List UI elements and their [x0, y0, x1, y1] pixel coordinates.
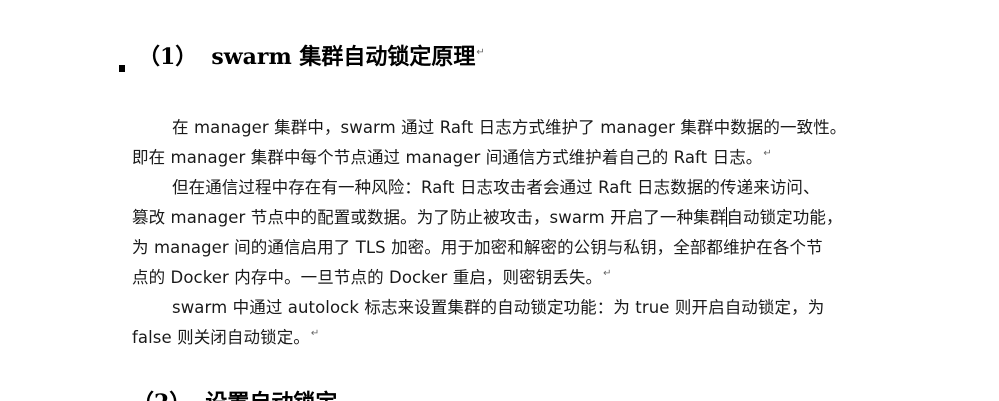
text-line-continued: 自动锁定功能，: [726, 208, 843, 227]
body-line: 为 manager 间的通信启用了 TLS 加密。用于加密和解密的公钥与私钥，全…: [132, 236, 823, 260]
paragraph-mark-icon: ↵: [310, 328, 320, 339]
section-heading-1: （1） swarm 集群自动锁定原理↵: [138, 42, 485, 72]
text-line: false 则关闭自动锁定。: [132, 328, 310, 347]
heading-bullet-marker: [119, 65, 125, 72]
body-line: false 则关闭自动锁定。↵: [132, 326, 319, 350]
section-number: （1）: [138, 44, 198, 70]
text-line: 点的 Docker 内存中。一旦节点的 Docker 重启，则密钥丢失。: [132, 268, 603, 287]
body-line: 在 manager 集群中，swarm 通过 Raft 日志方式维护了 mana…: [172, 116, 846, 140]
text-line: swarm 中通过 autolock 标志来设置集群的自动锁定功能：为 true…: [172, 298, 825, 317]
section-title: swarm 集群自动锁定原理: [211, 44, 476, 70]
document-page: （1） swarm 集群自动锁定原理↵ 在 manager 集群中，swarm 通…: [0, 0, 999, 401]
section-title: 设置自动锁定: [205, 390, 337, 401]
text-line: 即在 manager 集群中每个节点通过 manager 间通信方式维护着自己的…: [132, 148, 763, 167]
text-line: 但在通信过程中存在有一种风险：Raft 日志攻击者会通过 Raft 日志数据的传…: [172, 178, 820, 197]
paragraph-mark-icon: ↵: [476, 47, 485, 58]
text-line: 篡改 manager 节点中的配置或数据。为了防止被攻击，swarm 开启了一种…: [132, 208, 727, 227]
body-line: 但在通信过程中存在有一种风险：Raft 日志攻击者会通过 Raft 日志数据的传…: [172, 176, 820, 200]
paragraph-mark-icon: ↵: [603, 268, 612, 279]
section-heading-2: （2） 设置自动锁定: [132, 388, 337, 401]
body-line: 点的 Docker 内存中。一旦节点的 Docker 重启，则密钥丢失。↵: [132, 266, 612, 290]
section-number: （2）: [132, 390, 191, 401]
paragraph-mark-icon: ↵: [763, 148, 772, 159]
text-line: 为 manager 间的通信启用了 TLS 加密。用于加密和解密的公钥与私钥，全…: [132, 238, 823, 257]
body-line: swarm 中通过 autolock 标志来设置集群的自动锁定功能：为 true…: [172, 296, 824, 320]
body-line: 篡改 manager 节点中的配置或数据。为了防止被攻击，swarm 开启了一种…: [132, 206, 843, 230]
body-line: 即在 manager 集群中每个节点通过 manager 间通信方式维护着自己的…: [132, 146, 772, 170]
text-line: 在 manager 集群中，swarm 通过 Raft 日志方式维护了 mana…: [172, 118, 847, 137]
